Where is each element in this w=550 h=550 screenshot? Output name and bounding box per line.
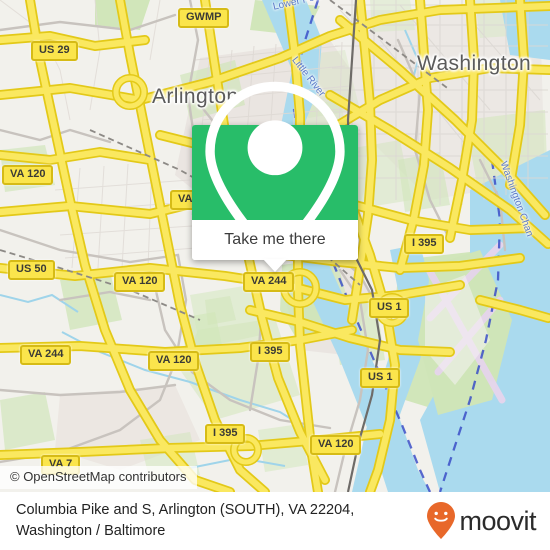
highway-shield-i-395[interactable]: I 395	[205, 424, 246, 444]
location-title-line-1: Columbia Pike and S, Arlington (SOUTH), …	[16, 502, 355, 518]
highway-shield-us-1[interactable]: US 1	[360, 368, 401, 388]
highway-shield-va-120[interactable]: VA 120	[310, 435, 362, 455]
highway-shield-us-29[interactable]: US 29	[31, 41, 78, 61]
take-me-there-label: Take me there	[224, 231, 326, 248]
moovit-smiley-pin-icon	[427, 502, 456, 539]
map-canvas[interactable]: Arlington Washington Lower Potomac River…	[0, 0, 550, 492]
highway-shield-va-120[interactable]: VA 120	[2, 165, 54, 185]
popup-card-header	[192, 81, 358, 266]
highway-shield-va-244[interactable]: VA 244	[20, 345, 72, 365]
footer-bar: Columbia Pike and S, Arlington (SOUTH), …	[0, 492, 550, 550]
highway-shield-us-1[interactable]: US 1	[369, 298, 410, 318]
moovit-logo[interactable]: moovit	[426, 501, 550, 541]
map-screenshot: Arlington Washington Lower Potomac River…	[0, 0, 550, 550]
location-title: Columbia Pike and S, Arlington (SOUTH), …	[0, 500, 426, 542]
location-popup-card[interactable]: Take me there	[192, 81, 358, 272]
highway-shield-va-120[interactable]: VA 120	[114, 272, 166, 292]
highway-shield-us-50[interactable]: US 50	[8, 260, 55, 280]
map-attribution[interactable]: © OpenStreetMap contributors	[0, 466, 197, 489]
moovit-wordmark: moovit	[459, 505, 536, 536]
highway-shield-i-395[interactable]: I 395	[404, 234, 445, 254]
location-pin-icon	[205, 81, 345, 266]
popup-card-pointer	[263, 259, 287, 272]
location-title-line-2: Washington / Baltimore	[16, 523, 166, 539]
